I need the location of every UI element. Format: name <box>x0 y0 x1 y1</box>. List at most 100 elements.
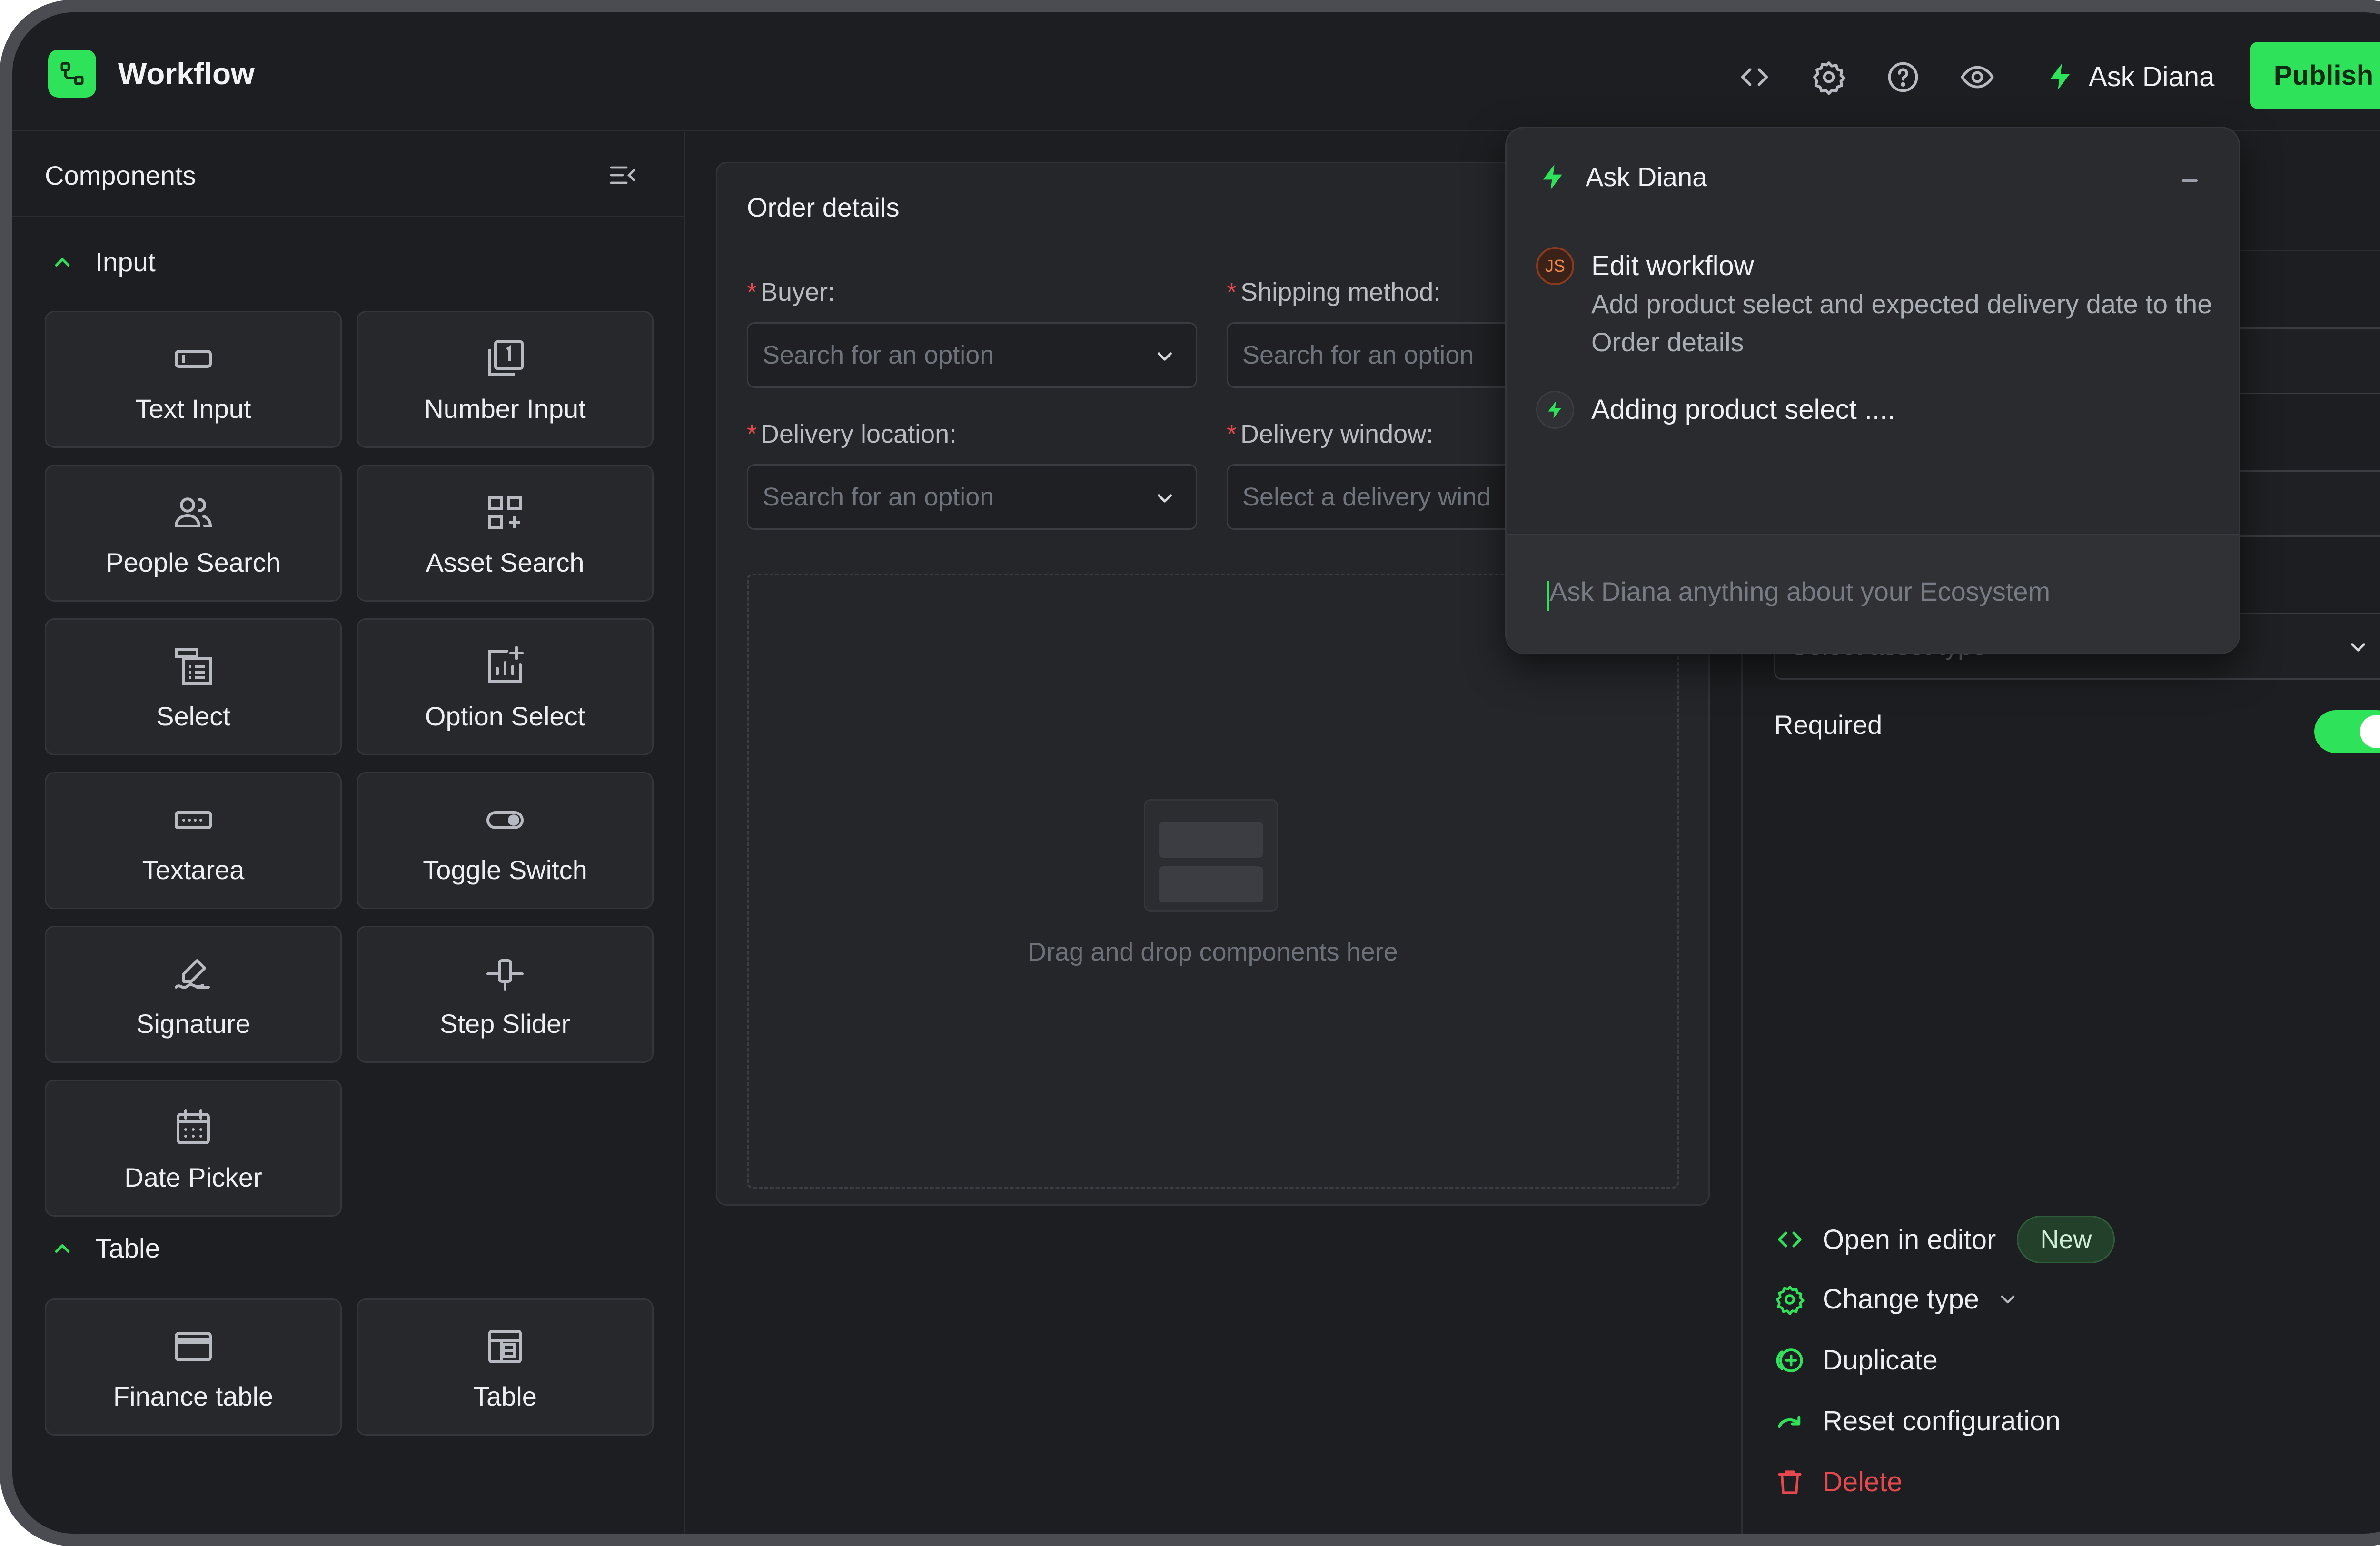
publish-button[interactable]: Publish <box>2250 42 2380 109</box>
sidebar-title: Components <box>45 160 196 190</box>
chevron-down-icon <box>1158 352 1172 361</box>
component-textarea[interactable]: Textarea <box>45 772 342 909</box>
top-bar: Workflow Ask Diana Publish <box>12 12 2380 131</box>
table-icon <box>482 1324 528 1369</box>
panel-title: Order details <box>747 192 900 222</box>
component-label: Table <box>473 1381 537 1411</box>
required-marker: * <box>1227 420 1237 448</box>
components-sidebar: Components Input Text Input Number Input… <box>12 132 685 1534</box>
shipping-placeholder: Search for an option <box>1242 341 1474 369</box>
component-asset-search[interactable]: Asset Search <box>357 465 654 602</box>
component-label: Toggle Switch <box>423 855 587 885</box>
component-step-slider[interactable]: Step Slider <box>357 926 654 1063</box>
component-signature[interactable]: Signature <box>45 926 342 1063</box>
device-frame: Workflow Ask Diana Publish Components In… <box>0 0 2380 1546</box>
component-people-search[interactable]: People Search <box>45 465 342 602</box>
section-table-toggle[interactable]: Table <box>50 1233 160 1264</box>
open-in-editor-action[interactable]: Open in editor New <box>1774 1216 2115 1263</box>
component-label: Number Input <box>424 394 586 424</box>
sidebar-header: Components <box>12 132 684 217</box>
delivery-window-placeholder: Select a delivery wind <box>1242 483 1491 511</box>
component-label: Signature <box>136 1009 250 1039</box>
section-label: Input <box>95 247 156 277</box>
popup-title: Ask Diana <box>1586 162 1707 192</box>
user-avatar: JS <box>1536 247 1574 285</box>
textarea-icon <box>170 797 216 843</box>
buyer-label: * Buyer: <box>747 278 835 307</box>
buyer-select[interactable]: Search for an option <box>747 322 1197 388</box>
minimize-icon[interactable] <box>2182 179 2198 182</box>
delivery-window-label: * Delivery window: <box>1227 420 1434 448</box>
component-label: Asset Search <box>426 547 585 577</box>
duplicate-action[interactable]: Duplicate <box>1774 1344 1938 1376</box>
required-marker: * <box>1227 278 1237 307</box>
buyer-placeholder: Search for an option <box>763 341 994 369</box>
reset-configuration-action[interactable]: Reset configuration <box>1774 1405 2061 1437</box>
workflow-logo-icon[interactable] <box>48 50 96 98</box>
code-icon <box>1778 1231 1802 1248</box>
asset-search-icon <box>482 490 528 535</box>
delivery-location-select[interactable]: Search for an option <box>747 464 1197 530</box>
component-label: Option Select <box>425 701 585 731</box>
signature-icon <box>170 951 216 997</box>
component-table[interactable]: Table <box>357 1298 654 1436</box>
toggle-knob <box>2360 715 2380 748</box>
ask-diana-input[interactable]: Ask Diana anything about your Ecosystem <box>1507 534 2239 653</box>
action-label: Open in editor <box>1823 1224 1996 1255</box>
component-label: Select <box>156 701 230 731</box>
component-date-picker[interactable]: Date Picker <box>45 1080 342 1217</box>
section-label: Table <box>95 1233 160 1264</box>
chevron-down-icon <box>1158 494 1172 503</box>
calendar-icon <box>170 1105 216 1150</box>
collapse-sidebar-icon[interactable] <box>607 160 638 193</box>
slider-icon <box>482 951 528 997</box>
component-label: Text Input <box>135 394 251 424</box>
assistant-status: Adding product select .... <box>1591 394 1895 425</box>
assistant-message: Adding product select .... <box>1536 391 1895 429</box>
select-icon <box>170 644 216 689</box>
text-input-icon <box>170 336 216 382</box>
required-toggle[interactable] <box>2314 710 2380 753</box>
delivery-location-label: * Delivery location: <box>747 420 957 448</box>
user-message: JS Edit workflow Add product select and … <box>1536 247 2229 361</box>
gear-icon <box>1776 1285 1805 1315</box>
shipping-method-label: * Shipping method: <box>1227 278 1441 307</box>
code-icon[interactable] <box>1736 59 1773 95</box>
new-badge: New <box>2017 1216 2115 1263</box>
user-message-content: Edit workflow Add product select and exp… <box>1591 247 2229 361</box>
gear-icon[interactable] <box>1811 59 1847 95</box>
input-placeholder: Ask Diana anything about your Ecosystem <box>1549 576 2051 606</box>
assistant-avatar <box>1536 391 1574 429</box>
popup-header: Ask Diana <box>1538 161 1707 192</box>
component-toggle-switch[interactable]: Toggle Switch <box>357 772 654 909</box>
option-select-icon <box>482 644 528 689</box>
action-label: Delete <box>1823 1467 1903 1497</box>
component-label: Finance table <box>113 1381 274 1411</box>
component-select[interactable]: Select <box>45 618 342 755</box>
component-label: Step Slider <box>440 1009 570 1039</box>
people-icon <box>170 490 216 535</box>
component-dropzone[interactable]: Drag and drop components here <box>747 574 1679 1189</box>
help-icon[interactable] <box>1885 59 1921 95</box>
delete-action[interactable]: Delete <box>1774 1466 1903 1498</box>
user-message-title: Edit workflow <box>1591 250 1754 281</box>
section-input-toggle[interactable]: Input <box>50 247 156 278</box>
change-type-action[interactable]: Change type <box>1774 1283 2019 1315</box>
ask-diana-label: Ask Diana <box>2089 61 2215 92</box>
ask-diana-popup: Ask Diana JS Edit workflow Add product s… <box>1505 127 2240 654</box>
chevron-up-icon <box>55 1244 70 1253</box>
component-number-input[interactable]: Number Input <box>357 311 654 448</box>
component-label: Textarea <box>142 855 245 885</box>
action-label: Change type <box>1823 1284 1979 1315</box>
component-finance-table[interactable]: Finance table <box>45 1298 342 1436</box>
ask-diana-button[interactable]: Ask Diana <box>2045 53 2214 100</box>
lightning-icon <box>1548 401 1561 419</box>
chevron-down-icon <box>2001 1295 2015 1303</box>
eye-icon[interactable] <box>1959 59 1995 95</box>
user-message-body: Add product select and expected delivery… <box>1591 289 2212 357</box>
lightning-icon <box>2050 63 2070 90</box>
component-option-select[interactable]: Option Select <box>357 618 654 755</box>
component-text-input[interactable]: Text Input <box>45 311 342 448</box>
finance-table-icon <box>170 1324 216 1369</box>
delivery-location-placeholder: Search for an option <box>763 483 994 511</box>
